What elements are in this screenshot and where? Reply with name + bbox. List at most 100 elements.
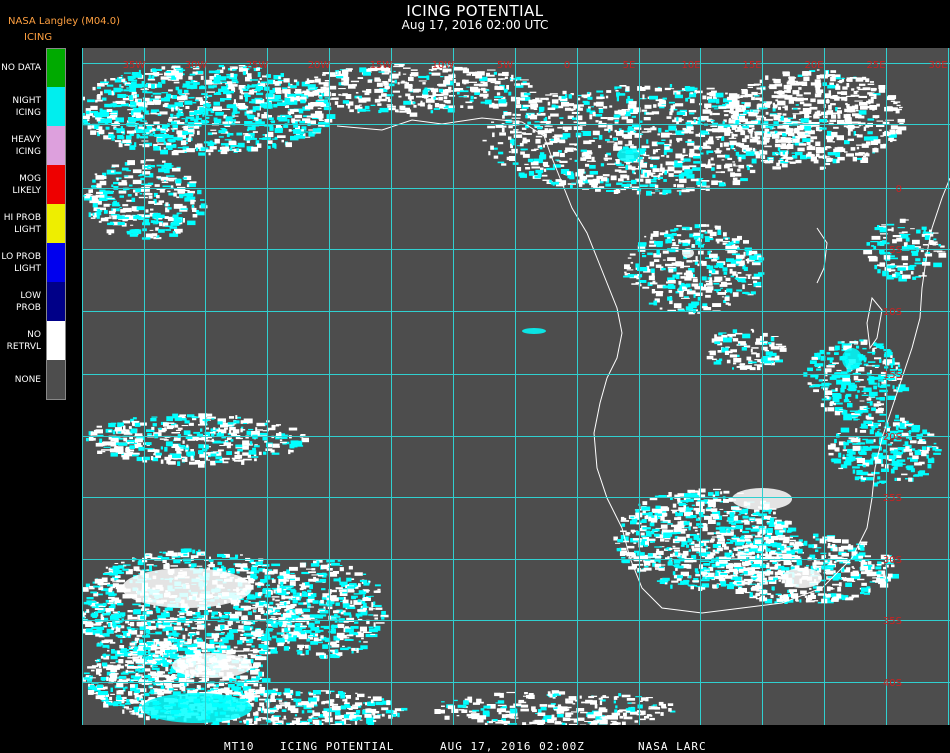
cloud-pixel bbox=[813, 115, 818, 117]
cloud-pixel bbox=[744, 521, 750, 525]
cloud-pixel bbox=[663, 251, 669, 254]
cloud-pixel bbox=[138, 447, 144, 451]
cloud-pixel bbox=[137, 206, 145, 210]
cloud-pixel bbox=[678, 90, 684, 91]
cloud-pixel bbox=[399, 111, 407, 113]
cloud-pixel bbox=[642, 110, 648, 112]
cloud-pixel bbox=[552, 95, 558, 97]
cloud-pixel bbox=[751, 97, 755, 100]
cloud-pixel bbox=[574, 126, 583, 130]
cloud-pixel bbox=[505, 77, 508, 80]
cloud-pixel bbox=[177, 137, 183, 140]
cloud-pixel bbox=[207, 414, 213, 417]
cloud-pixel bbox=[730, 172, 735, 177]
cloud-pixel bbox=[699, 489, 706, 493]
cloud-pixel bbox=[735, 107, 741, 112]
cloud-pixel bbox=[96, 443, 101, 445]
cloud-pixel bbox=[188, 138, 191, 142]
cloud-pixel bbox=[245, 136, 251, 140]
cloud-pixel bbox=[319, 120, 324, 121]
cloud-pixel bbox=[86, 111, 90, 114]
cloud-pixel bbox=[632, 116, 636, 118]
cloud-pixel bbox=[652, 529, 660, 532]
cloud-pixel bbox=[774, 96, 778, 98]
cloud-pixel bbox=[787, 98, 796, 99]
cloud-pixel bbox=[741, 260, 745, 263]
cloud-pixel bbox=[511, 75, 513, 80]
cloud-pixel bbox=[563, 91, 567, 95]
cloud-pixel bbox=[691, 302, 699, 306]
cloud-pixel bbox=[88, 125, 92, 129]
cloud-pixel bbox=[491, 122, 494, 123]
cloud-pixel bbox=[750, 133, 752, 138]
cloud-pixel bbox=[534, 125, 540, 127]
legend-label: NO DATA bbox=[0, 48, 41, 87]
cloud-pixel bbox=[654, 546, 662, 547]
cloud-pixel bbox=[377, 103, 381, 106]
cloud-pixel bbox=[587, 92, 589, 94]
cloud-pixel bbox=[534, 149, 539, 150]
cloud-pixel bbox=[835, 346, 840, 351]
cloud-pixel bbox=[205, 149, 213, 152]
cloud-pixel bbox=[686, 534, 690, 538]
cloud-pixel bbox=[628, 566, 636, 569]
cloud-pixel bbox=[634, 131, 637, 133]
cloud-pixel bbox=[374, 89, 383, 93]
cloud-pixel bbox=[621, 557, 625, 559]
cloud-pixel bbox=[728, 168, 733, 171]
cloud-pixel bbox=[166, 175, 175, 177]
cloud-pixel bbox=[741, 521, 744, 523]
cloud-pixel bbox=[356, 92, 359, 94]
cloud-pixel bbox=[677, 140, 680, 143]
cloud-pixel bbox=[798, 75, 803, 77]
cloud-pixel bbox=[603, 174, 610, 176]
cloud-pixel bbox=[656, 549, 659, 551]
cloud-pixel bbox=[380, 108, 389, 112]
cloud-pixel bbox=[891, 365, 893, 368]
cloud-pixel bbox=[498, 152, 503, 155]
cloud-pixel bbox=[182, 118, 186, 119]
cloud-pixel bbox=[639, 267, 647, 271]
cloud-pixel bbox=[803, 98, 808, 100]
cloud-pixel bbox=[161, 76, 169, 79]
cloud-pixel bbox=[599, 135, 603, 140]
cloud-pixel bbox=[838, 114, 841, 118]
cloud-pixel bbox=[565, 108, 571, 111]
cloud-pixel bbox=[420, 102, 425, 106]
cloud-pixel bbox=[90, 130, 96, 135]
cloud-pixel bbox=[428, 95, 435, 97]
cloud-pixel bbox=[815, 364, 819, 368]
cloud-pixel bbox=[724, 110, 732, 112]
cloud-pixel bbox=[729, 112, 733, 114]
cloud-pixel bbox=[796, 133, 804, 134]
cloud-pixel bbox=[319, 116, 323, 120]
cloud-pixel bbox=[525, 167, 530, 170]
cloud-pixel bbox=[711, 158, 714, 161]
cloud-pixel bbox=[790, 536, 798, 538]
cloud-pixel bbox=[275, 128, 283, 133]
cloud-pixel bbox=[830, 70, 836, 73]
cloud-pixel bbox=[868, 84, 875, 85]
cloud-pixel bbox=[732, 134, 735, 139]
cloud-pixel bbox=[713, 283, 719, 285]
cloud-pixel bbox=[767, 528, 773, 533]
cloud-pixel bbox=[905, 478, 908, 479]
cloud-pixel bbox=[358, 109, 366, 112]
cloud-pixel bbox=[889, 135, 897, 137]
cloud-pixel bbox=[245, 77, 252, 82]
cloud-pixel bbox=[167, 191, 170, 192]
cloud-pixel bbox=[702, 306, 708, 308]
legend-row: MOG LIKELY bbox=[0, 165, 66, 204]
cloud-pixel bbox=[173, 144, 176, 147]
cloud-pixel bbox=[343, 100, 349, 104]
cloud-pixel bbox=[831, 458, 838, 462]
cloud-pixel bbox=[873, 423, 880, 425]
cloud-pixel bbox=[546, 121, 551, 124]
cloud-pixel bbox=[813, 389, 819, 392]
cloud-pixel bbox=[138, 135, 141, 138]
cloud-pixel bbox=[91, 125, 94, 128]
cloud-pixel bbox=[725, 527, 729, 529]
cloud-pixel bbox=[574, 122, 580, 123]
cloud-pixel bbox=[109, 113, 117, 115]
cloud-pixel bbox=[687, 564, 692, 569]
